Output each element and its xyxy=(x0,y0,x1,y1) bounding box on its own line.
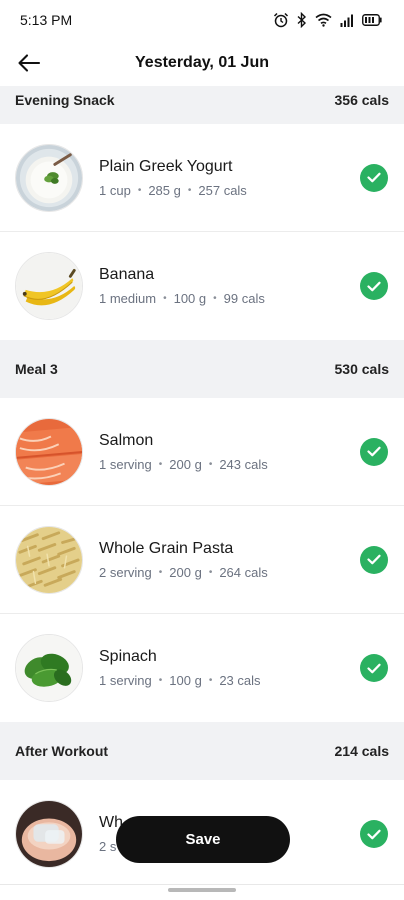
food-info: Plain Greek Yogurt 1 cup • 285 g • 257 c… xyxy=(99,158,360,198)
greek-yogurt-image xyxy=(15,143,83,212)
header: Yesterday, 01 Jun xyxy=(0,40,404,86)
food-name: Whole Grain Pasta xyxy=(99,539,234,557)
food-item[interactable]: Spinach 1 serving • 100 g • 23 cals xyxy=(0,614,404,722)
bottom-divider xyxy=(0,884,404,885)
check-icon[interactable] xyxy=(360,437,388,466)
food-calories: 257 cals xyxy=(198,182,247,198)
separator-dot: • xyxy=(158,566,163,578)
food-meta: 2 serving • 200 g • 264 cals xyxy=(99,565,360,580)
banana-image xyxy=(15,252,83,320)
food-quantity: 1 serving xyxy=(99,673,152,688)
section-title: Evening Snack xyxy=(15,92,115,108)
back-button[interactable] xyxy=(12,46,46,80)
check-icon[interactable] xyxy=(360,820,388,848)
pasta-image xyxy=(15,525,83,594)
section-calories: 356 cals xyxy=(334,92,390,108)
section-title: After Workout xyxy=(15,743,109,759)
wifi-icon xyxy=(315,13,332,27)
food-meta: 1 serving • 200 g • 243 cals xyxy=(99,457,360,472)
food-item[interactable]: Whole Grain Pasta 2 serving • 200 g • 26… xyxy=(0,506,404,614)
check-icon[interactable] xyxy=(360,163,388,192)
food-calories: 23 cals xyxy=(219,673,261,688)
section-title: Meal 3 xyxy=(15,361,58,377)
save-button[interactable]: Save xyxy=(116,816,290,863)
food-info: Salmon 1 serving • 200 g • 243 cals xyxy=(99,432,360,472)
food-weight: 285 g xyxy=(148,182,181,198)
food-weight: 200 g xyxy=(169,564,202,580)
spinach-image xyxy=(15,634,83,702)
food-name: Plain Greek Yogurt xyxy=(99,157,233,175)
food-info: Whole Grain Pasta 2 serving • 200 g • 26… xyxy=(99,540,360,580)
alarm-icon xyxy=(273,12,289,28)
status-bar: 5:13 PM xyxy=(0,0,404,40)
food-info: Banana 1 medium • 100 g • 99 cals xyxy=(99,266,360,306)
section-header-after-workout: After Workout 214 cals xyxy=(0,722,404,780)
separator-dot: • xyxy=(163,293,167,304)
food-quantity: 1 cup xyxy=(99,182,131,198)
section-header-evening-snack: Evening Snack 356 cals xyxy=(0,86,404,124)
food-meta: 1 serving • 100 g • 23 cals xyxy=(99,673,360,688)
separator-dot: • xyxy=(187,184,192,196)
food-calories: 243 cals xyxy=(219,456,268,472)
food-meta: 1 medium • 100 g • 99 cals xyxy=(99,291,360,306)
food-info: Spinach 1 serving • 100 g • 23 cals xyxy=(99,648,360,688)
salmon-image xyxy=(15,417,83,486)
home-indicator[interactable] xyxy=(168,888,236,892)
check-icon[interactable] xyxy=(360,545,388,574)
food-weight: 200 g xyxy=(169,456,202,472)
status-icons xyxy=(273,12,382,28)
separator-dot: • xyxy=(208,458,213,470)
battery-icon xyxy=(362,14,382,26)
back-arrow-icon xyxy=(18,54,41,72)
food-quantity: 1 medium xyxy=(99,291,157,306)
food-item[interactable]: Salmon 1 serving • 200 g • 243 cals xyxy=(0,398,404,506)
status-time: 5:13 PM xyxy=(20,12,73,28)
bluetooth-icon xyxy=(297,12,307,28)
food-name: Banana xyxy=(99,266,155,283)
check-icon[interactable] xyxy=(360,272,388,300)
food-meta: 1 cup • 285 g • 257 cals xyxy=(99,183,360,198)
screen: 5:13 PM Yesterday, 01 Jun Evening Snack … xyxy=(0,0,404,900)
signal-icon xyxy=(340,14,353,27)
food-item[interactable]: Plain Greek Yogurt 1 cup • 285 g • 257 c… xyxy=(0,124,404,232)
separator-dot: • xyxy=(208,566,213,578)
food-calories: 264 cals xyxy=(219,564,268,580)
food-calories: 99 cals xyxy=(223,291,265,306)
food-quantity: 1 serving xyxy=(99,456,152,472)
section-header-meal-3: Meal 3 530 cals xyxy=(0,340,404,398)
check-icon[interactable] xyxy=(360,654,388,682)
page-title: Yesterday, 01 Jun xyxy=(135,54,269,71)
food-name: Spinach xyxy=(99,648,157,665)
separator-dot: • xyxy=(158,458,163,470)
section-calories: 530 cals xyxy=(334,361,390,377)
food-weight: 100 g xyxy=(169,673,202,688)
separator-dot: • xyxy=(158,675,163,686)
separator-dot: • xyxy=(213,293,217,304)
separator-dot: • xyxy=(208,675,213,686)
food-weight: 100 g xyxy=(173,291,207,306)
food-quantity: 2 s xyxy=(99,839,117,854)
food-name: Salmon xyxy=(99,431,154,449)
food-quantity: 2 serving xyxy=(99,564,152,580)
section-calories: 214 cals xyxy=(334,743,390,759)
separator-dot: • xyxy=(137,184,142,196)
protein-shake-image xyxy=(15,800,83,868)
food-item[interactable]: Banana 1 medium • 100 g • 99 cals xyxy=(0,232,404,340)
